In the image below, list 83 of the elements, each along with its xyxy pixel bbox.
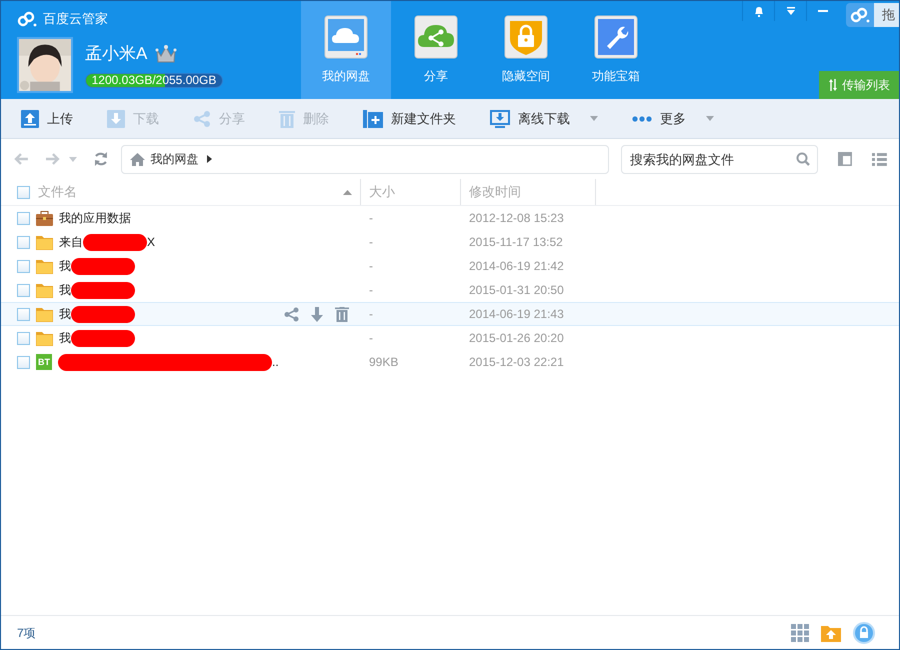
address-bar[interactable]: 我的网盘 xyxy=(120,144,609,174)
checkbox[interactable] xyxy=(17,260,30,272)
lock-icon[interactable] xyxy=(853,622,875,644)
file-name[interactable]: X xyxy=(147,233,156,251)
checkbox[interactable] xyxy=(17,284,30,296)
toolbar-button[interactable]: 上传 xyxy=(13,104,81,134)
file-name[interactable]: 我 xyxy=(59,281,71,299)
preview-pane-icon[interactable] xyxy=(838,152,852,166)
upload-folder-icon[interactable] xyxy=(821,624,841,642)
share-icon xyxy=(414,15,458,59)
monitor-download-icon xyxy=(490,110,510,128)
trash-icon[interactable] xyxy=(335,306,349,322)
checkbox[interactable] xyxy=(17,332,30,344)
size-cell-text: - xyxy=(368,282,374,299)
bt-file-icon: BT xyxy=(36,354,52,370)
folder-icon xyxy=(36,282,53,298)
search-icon[interactable] xyxy=(796,152,810,166)
toolbar-button[interactable]: 更多 xyxy=(624,104,722,134)
caret-right-icon[interactable] xyxy=(206,155,212,163)
file-name[interactable]: 我 xyxy=(59,257,71,275)
breadcrumb-link[interactable]: 我的网盘 xyxy=(150,150,199,168)
trash-icon xyxy=(279,110,295,128)
briefcase-icon xyxy=(36,210,53,226)
checkbox[interactable] xyxy=(17,186,30,198)
more-icon xyxy=(632,116,652,122)
home-icon[interactable] xyxy=(130,152,145,166)
date-cell-text: 2014-06-19 21:42 xyxy=(468,258,565,275)
size-cell-text: - xyxy=(368,258,374,275)
caret-icon[interactable] xyxy=(68,156,77,162)
file-name[interactable]: 来自 xyxy=(59,233,83,251)
folder-icon xyxy=(36,330,53,346)
new-folder-icon xyxy=(363,110,383,128)
date-cell-text: 2014-06-19 21:43 xyxy=(468,306,565,323)
user-name: 孟小米A xyxy=(85,43,148,66)
date-cell-text: 2012-12-08 15:23 xyxy=(468,210,565,227)
sort-ascending-icon[interactable] xyxy=(343,190,352,194)
file-name[interactable]: 我的应用数据 xyxy=(59,209,131,227)
toolbar-button[interactable]: 新建文件夹 xyxy=(355,104,464,134)
cloud-icon xyxy=(324,15,368,59)
refresh-icon[interactable] xyxy=(92,151,109,167)
app-title: 百度云管家 xyxy=(43,10,108,28)
download-icon[interactable] xyxy=(311,306,323,322)
folder-icon xyxy=(36,234,53,250)
checkbox[interactable] xyxy=(17,356,30,368)
bell-icon xyxy=(754,6,764,16)
item-count: 7项 xyxy=(17,624,36,642)
folder-icon xyxy=(36,258,53,274)
grid-icon[interactable] xyxy=(791,624,809,642)
floating-widget[interactable]: 拖 xyxy=(846,3,899,27)
wrench-icon xyxy=(594,15,638,59)
checkbox[interactable] xyxy=(17,308,30,320)
share-icon xyxy=(193,110,211,128)
folder-icon xyxy=(36,306,53,322)
size-cell-text: 99KB xyxy=(368,354,400,371)
minimize-icon xyxy=(818,10,828,12)
checkbox[interactable] xyxy=(17,236,30,248)
file-name[interactable]: .. xyxy=(272,353,279,371)
back-icon[interactable] xyxy=(13,152,29,166)
size-cell-text: - xyxy=(368,234,374,251)
shield-lock-icon xyxy=(504,15,548,59)
widget-label: 拖 xyxy=(874,3,899,27)
list-view-icon[interactable] xyxy=(872,152,887,166)
download-icon xyxy=(107,110,125,128)
upload-icon xyxy=(21,110,39,128)
date-cell-text: 2015-01-31 20:50 xyxy=(468,282,565,299)
checkbox[interactable] xyxy=(17,212,30,224)
date-cell-text: 2015-01-26 20:20 xyxy=(468,330,565,347)
crown-icon xyxy=(155,44,178,64)
cloud-logo-icon xyxy=(17,10,37,27)
size-cell-text: - xyxy=(368,306,374,323)
toolbar-button[interactable]: 离线下载 xyxy=(482,104,606,134)
dropdown-icon xyxy=(786,6,796,16)
file-name[interactable]: 我 xyxy=(59,329,71,347)
date-cell-text: 2015-12-03 22:21 xyxy=(468,354,565,371)
size-cell-text: - xyxy=(368,330,374,347)
search-field[interactable]: 搜索我的网盘文件 xyxy=(620,144,818,174)
file-name[interactable]: 我 xyxy=(59,305,71,323)
size-cell-text: - xyxy=(368,210,374,227)
cloud-logo-icon xyxy=(850,7,870,23)
date-cell-text: 2015-11-17 13:52 xyxy=(468,234,564,251)
forward-icon[interactable] xyxy=(44,152,61,166)
transfer-icon xyxy=(828,78,838,92)
share-icon[interactable] xyxy=(284,306,299,322)
